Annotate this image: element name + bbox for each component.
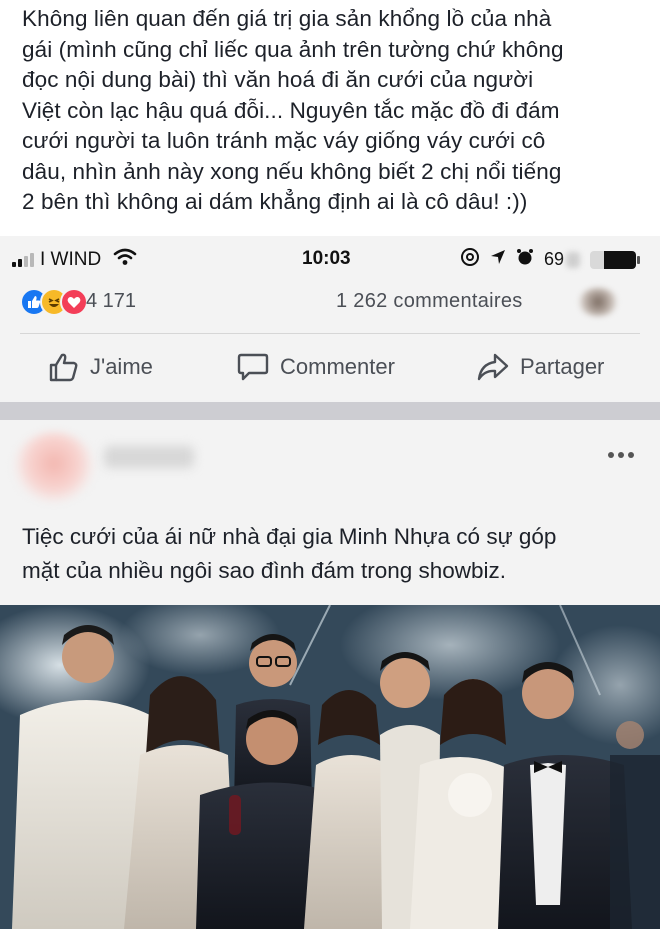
reactions-bar[interactable]: 4 171 1 262 commentaires: [0, 284, 660, 324]
location-arrow-icon: [490, 249, 506, 270]
like-label: J'aime: [90, 354, 153, 379]
author-avatar[interactable]: [14, 432, 94, 502]
comment-button[interactable]: Commenter: [236, 352, 395, 382]
post-text: Tiệc cưới của ái nữ nhà đại gia Minh Nhự…: [22, 520, 642, 588]
post-card: Tiệc cưới của ái nữ nhà đại gia Minh Nhự…: [0, 420, 660, 929]
caption-text: Không liên quan đến giá trị gia sản khổn…: [22, 4, 652, 218]
status-bar: I WIND 10:03 69: [0, 236, 660, 282]
feed-separator: [0, 402, 660, 420]
caption-line: đọc nội dung bài) thì văn hoá đi ăn cưới…: [22, 67, 534, 92]
like-button[interactable]: J'aime: [48, 352, 153, 382]
post-photo[interactable]: [0, 605, 660, 929]
reaction-icons[interactable]: [20, 288, 88, 316]
share-label: Partager: [520, 354, 605, 379]
more-options-icon[interactable]: [608, 452, 634, 458]
action-bar: J'aime Commenter Partager: [0, 348, 660, 388]
comment-count[interactable]: 1 262 commentaires: [336, 290, 523, 313]
battery-percent-blur: [566, 251, 581, 268]
post-text-line: mặt của nhiều ngôi sao đình đám trong sh…: [22, 558, 507, 583]
caption-line: Không liên quan đến giá trị gia sản khổn…: [22, 6, 552, 31]
wifi-icon: [113, 248, 137, 272]
share-button[interactable]: Partager: [476, 352, 604, 382]
thumbs-up-icon: [48, 352, 80, 382]
caption-line: 2 bên thì không ai dám khẳng định ai là …: [22, 189, 528, 214]
battery-percent: 69: [544, 249, 565, 269]
status-time: 10:03: [302, 248, 351, 269]
caption-line: dâu, nhìn ảnh này xong nếu không biết 2 …: [22, 158, 562, 184]
comment-label: Commenter: [280, 354, 395, 379]
post-text-line: Tiệc cưới của ái nữ nhà đại gia Minh Nhự…: [22, 524, 557, 549]
share-arrow-icon: [476, 352, 510, 382]
carrier-name: I WIND: [40, 249, 102, 270]
caption-line: cưới người ta luôn tránh mặc váy giống v…: [22, 128, 546, 153]
love-reaction-icon: [60, 288, 88, 316]
signal-icon: [12, 253, 34, 267]
comment-bubble-icon: [236, 352, 270, 382]
alarm-icon: [516, 248, 534, 271]
caption-line: gái (mình cũng chỉ liếc qua ảnh trên tườ…: [22, 36, 564, 62]
at-icon: [460, 247, 480, 272]
status-left: I WIND: [12, 248, 137, 272]
divider: [20, 333, 640, 334]
status-right: 69: [460, 247, 641, 272]
viewer-avatar-blur: [578, 288, 618, 316]
phone-screenshot: I WIND 10:03 69 4 171 1 262 commentaires…: [0, 236, 660, 929]
reaction-count[interactable]: 4 171: [86, 290, 136, 313]
author-name-blurred[interactable]: [104, 446, 194, 468]
wedding-group-photo: [0, 605, 660, 929]
caption-line: Việt còn lạc hậu quá đỗi... Nguyên tắc m…: [22, 97, 560, 123]
battery-icon: [590, 250, 641, 269]
